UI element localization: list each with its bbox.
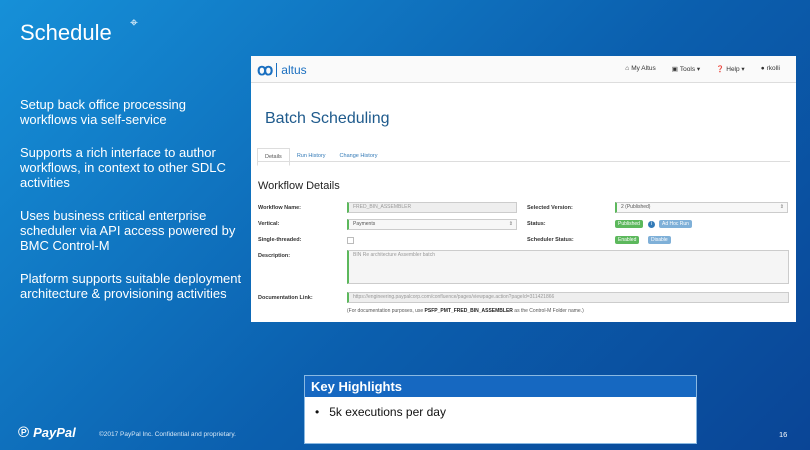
briefcase-icon: ▣ [671,66,678,73]
version-select-value: 2 (Published) [621,204,651,210]
disable-button[interactable]: Disable [648,236,671,244]
highlight-item-text: 5k executions per day [329,405,446,419]
cursor-icon: ⌖ [130,14,138,30]
top-navbar: ꝏ altus ⌂ My Altus ▣ Tools ▾ ❓ Help ▾ ● rkol… [251,56,796,83]
altus-logo-icon: ꝏ [257,62,274,79]
workflow-name-field[interactable]: FRED_BIN_ASSEMBLER [347,202,517,213]
paypal-logo-text: PayPal [33,425,76,440]
single-threaded-label: Single-threaded: [258,237,302,243]
key-highlights-title: Key Highlights [305,376,696,397]
selected-version-label: Selected Version: [527,205,573,211]
nav-my-altus[interactable]: ⌂ My Altus [625,65,658,73]
description-textarea[interactable]: BIN Re architecture Assembler batch [347,250,789,284]
home-icon: ⌂ [625,65,630,72]
workflow-name-label: Workflow Name: [258,205,301,211]
section-title: Workflow Details [258,180,340,192]
paypal-logo: ℗ PayPal [18,424,76,441]
bullet-item: Setup back office processing workflows v… [20,97,186,127]
slide-title: Schedule [20,20,112,45]
description-label: Description: [258,253,291,259]
bullet-item: Supports a rich interface to author work… [20,145,226,190]
nav-help-label: Help ▾ [726,66,745,73]
page-number: 16 [779,430,788,439]
select-arrow-icon: ⇕ [508,221,513,227]
status-label: Status: [527,221,546,227]
vertical-select-value: Payments [353,221,376,227]
highlight-item: • 5k executions per day [315,405,446,419]
app-screenshot: ꝏ altus ⌂ My Altus ▣ Tools ▾ ❓ Help ▾ ● rkol… [251,56,796,322]
key-highlights-box: Key Highlights • 5k executions per day [304,375,697,444]
copyright-text: ©2017 PayPal Inc. Confidential and propr… [99,431,236,438]
user-icon: ● [760,65,765,72]
paypal-icon: ℗ [18,424,30,441]
altus-logo-text: altus [276,63,307,77]
tab-divider [257,161,790,162]
tab-details[interactable]: Details [257,148,290,166]
vertical-label: Vertical: [258,221,280,227]
bullet-list: Setup back office processing workflows v… [20,97,245,319]
bullet-item: Platform supports suitable deployment ar… [20,271,242,301]
help-icon: ❓ [716,66,725,73]
single-threaded-checkbox[interactable] [347,237,354,244]
info-icon[interactable]: i [648,221,655,228]
nav-my-altus-label: My Altus [631,65,656,72]
altus-logo[interactable]: ꝏ altus [257,60,307,80]
nav-help[interactable]: ❓ Help ▾ [716,65,747,73]
tab-run-history[interactable]: Run History [290,148,333,166]
ad-hoc-run-button[interactable]: Ad Hoc Run [659,220,692,228]
doc-note-prefix: (For documentation purposes, use [347,308,425,314]
doc-note-code: PSFP_PMT_FRED_BIN_ASSEMBLER [424,308,513,314]
tab-change-history[interactable]: Change History [333,148,385,166]
version-select[interactable]: 2 (Published) ⇕ [615,202,788,213]
vertical-select[interactable]: Payments ⇕ [347,219,517,230]
status-badge: Published [615,220,643,228]
nav-tools-label: Tools ▾ [679,66,701,73]
select-arrow-icon: ⇕ [779,204,784,210]
doc-link-field[interactable]: https://engineering.paypalcorp.com/confl… [347,292,789,303]
doc-note-suffix: as the Control-M Folder name.) [512,308,584,314]
doc-note: (For documentation purposes, use PSFP_PM… [347,308,584,314]
scheduler-status-label: Scheduler Status: [527,237,574,243]
tab-bar: Details Run History Change History [257,148,384,166]
scheduler-status-badge: Enabled [615,236,640,244]
bullet-item: Uses business critical enterprise schedu… [20,208,236,253]
page-title: Batch Scheduling [265,110,390,127]
nav-tools[interactable]: ▣ Tools ▾ [672,65,702,73]
nav-user-label: rkolli [766,65,780,72]
doc-link-label: Documentation Link: [258,295,313,301]
nav-user[interactable]: ● rkolli [761,65,782,73]
